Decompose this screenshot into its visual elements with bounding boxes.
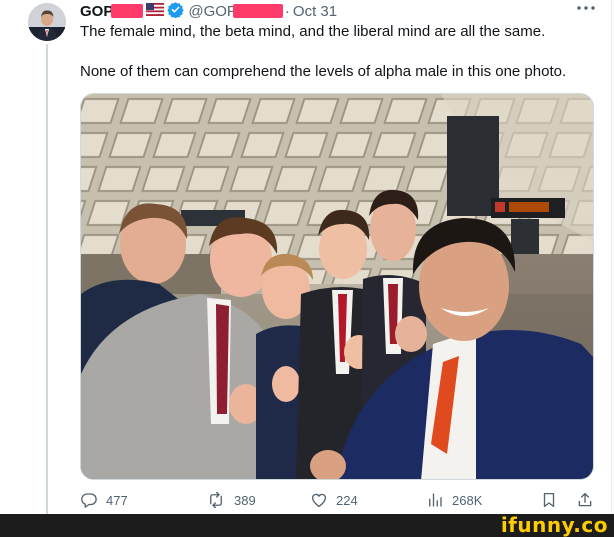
- repost-button[interactable]: 389: [206, 491, 256, 509]
- action-bar: 477 389 224 268K: [80, 491, 600, 513]
- flag-icon: [146, 2, 165, 20]
- like-button[interactable]: 224: [310, 491, 358, 509]
- verified-icon: [167, 1, 185, 22]
- repost-icon: [206, 491, 226, 509]
- repost-count: 389: [234, 492, 256, 508]
- like-count: 224: [336, 492, 358, 508]
- share-icon: [576, 491, 594, 509]
- handle[interactable]: @GOP: [188, 3, 237, 20]
- timestamp[interactable]: Oct 31: [293, 3, 337, 20]
- bookmark-button[interactable]: [540, 491, 558, 509]
- tweet-text-line: The female mind, the beta mind, and the …: [80, 23, 546, 40]
- like-icon: [310, 491, 328, 509]
- views-icon: [426, 491, 444, 509]
- share-button[interactable]: [576, 491, 594, 509]
- thread-line: [46, 44, 48, 514]
- reply-icon: [80, 491, 98, 509]
- separator: ·: [284, 2, 290, 20]
- redaction-mark: [111, 4, 144, 18]
- redaction-mark: [232, 4, 283, 18]
- watermark: ifunny.co: [500, 513, 608, 537]
- tweet-photo[interactable]: [80, 93, 594, 480]
- views-button[interactable]: 268K: [426, 491, 482, 509]
- avatar[interactable]: [28, 3, 66, 41]
- more-icon[interactable]: [576, 2, 596, 16]
- reply-count: 477: [106, 492, 128, 508]
- divider: [611, 0, 612, 514]
- watermark-bar: ifunny.co: [0, 514, 614, 537]
- tweet-header: GOP @GOP · Oct 31: [80, 1, 337, 21]
- tweet-text-line: None of them can comprehend the levels o…: [80, 63, 567, 80]
- bookmark-icon: [540, 491, 558, 509]
- views-count: 268K: [452, 492, 483, 508]
- display-name[interactable]: GOP: [80, 3, 113, 20]
- reply-button[interactable]: 477: [80, 491, 128, 509]
